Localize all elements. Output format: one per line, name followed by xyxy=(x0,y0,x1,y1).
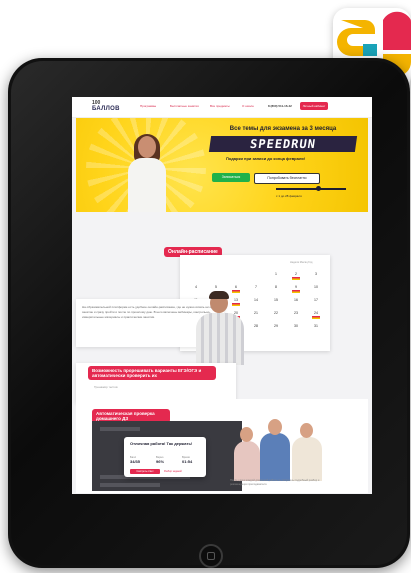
calendar-day[interactable] xyxy=(226,269,246,282)
site-logo[interactable]: 100 БАЛЛОВ xyxy=(92,100,120,112)
practice-sub: Тренажёр тестов xyxy=(94,385,118,389)
calendar-day-number: 5 xyxy=(215,285,217,289)
nav-subjects[interactable]: Все предметы xyxy=(210,104,230,108)
enroll-button[interactable]: Записаться xyxy=(212,173,250,182)
promo-date: с 1 до 28 февраля xyxy=(276,194,302,198)
brand-name: БАЛЛОВ xyxy=(92,106,120,112)
calendar-day-number: 31 xyxy=(314,324,318,328)
view-answer-button[interactable]: Смотреть ответ xyxy=(130,469,160,474)
calendar-day-number: 22 xyxy=(274,311,278,315)
calendar-day[interactable]: 28 xyxy=(246,321,266,334)
calendar-day-number: 21 xyxy=(254,311,258,315)
practice-card: Возможность прорешивать варианты ЕГЭ/ОГЭ… xyxy=(76,363,236,403)
lesson-marker xyxy=(292,290,300,293)
calendar-day[interactable] xyxy=(186,269,206,282)
home-button[interactable] xyxy=(199,544,223,568)
hero-teacher-photo xyxy=(128,134,166,212)
calendar-day-number: 23 xyxy=(294,311,298,315)
hero-title: Все темы для экзамена за 3 месяца xyxy=(229,126,337,132)
calendar-day[interactable]: 23 xyxy=(286,308,306,321)
calendar-day[interactable] xyxy=(246,269,266,282)
stat-score: Балл 34/35 xyxy=(130,456,141,464)
student-photo xyxy=(194,291,246,365)
calendar-day-number: 10 xyxy=(314,285,318,289)
calendar-day[interactable]: 17 xyxy=(306,295,326,308)
calendar-day-number: 30 xyxy=(294,324,298,328)
timeline-handle xyxy=(316,186,321,191)
calendar-day[interactable]: 22 xyxy=(266,308,286,321)
stat-time: Время 01:54 xyxy=(182,456,193,464)
calendar-day[interactable]: 10 xyxy=(306,282,326,295)
calendar-day-number: 2 xyxy=(295,272,297,276)
stat-correct: Верно 96% xyxy=(156,456,165,464)
calendar-day[interactable]: 2 xyxy=(286,269,306,282)
calendar-day[interactable]: 15 xyxy=(266,295,286,308)
calendar-day[interactable]: 30 xyxy=(286,321,306,334)
calendar-day-number: 7 xyxy=(255,285,257,289)
calendar-day-number: 6 xyxy=(235,285,237,289)
try-free-button[interactable]: Попробовать бесплатно xyxy=(254,173,320,184)
hero-speedrun-banner: SPEEDRUN xyxy=(208,136,358,152)
calendar-day[interactable]: 14 xyxy=(246,295,266,308)
calendar-day[interactable]: 29 xyxy=(266,321,286,334)
hero-banner: Все темы для экзамена за 3 месяца SPEEDR… xyxy=(76,118,368,212)
review-link[interactable]: Разбор заданий xyxy=(164,469,182,474)
phone-number[interactable]: 8 (800) 511-16-42 xyxy=(268,104,292,108)
nav-free-lessons[interactable]: Бесплатные занятия xyxy=(170,104,199,108)
calendar-day-number: 1 xyxy=(275,272,277,276)
calendar-day-number: 8 xyxy=(275,285,277,289)
promo-timeline xyxy=(276,186,346,191)
calendar-day[interactable]: 3 xyxy=(306,269,326,282)
lesson-marker xyxy=(292,277,300,280)
calendar-day-number: 16 xyxy=(294,298,298,302)
result-title: Отличная работа! Так держать! xyxy=(130,441,193,446)
calendar-day[interactable]: 24 xyxy=(306,308,326,321)
homework-footnote: После сдачи каждой домашней работы ты по… xyxy=(230,479,320,486)
lesson-marker xyxy=(312,316,320,319)
calendar-day-number: 17 xyxy=(314,298,318,302)
practice-label: Возможность прорешивать варианты ЕГЭ/ОГЭ… xyxy=(88,366,216,380)
calendar-day-number: 9 xyxy=(295,285,297,289)
calendar-day[interactable]: 7 xyxy=(246,282,266,295)
calendar-day[interactable]: 9 xyxy=(286,282,306,295)
website-screen: 100 БАЛЛОВ Программы Бесплатные занятия … xyxy=(72,97,372,494)
calendar-day[interactable]: 8 xyxy=(266,282,286,295)
calendar-day-number: 15 xyxy=(274,298,278,302)
calendar-day[interactable]: 31 xyxy=(306,321,326,334)
students-photo xyxy=(232,409,328,481)
account-button[interactable]: Личный кабинет xyxy=(300,102,328,110)
calendar-day-number: 4 xyxy=(195,285,197,289)
calendar-day[interactable]: 21 xyxy=(246,308,266,321)
result-card: Отличная работа! Так держать! Балл 34/35 … xyxy=(124,437,206,477)
calendar-day-number: 29 xyxy=(274,324,278,328)
calendar-day-number: 28 xyxy=(254,324,258,328)
site-header: 100 БАЛЛОВ Программы Бесплатные занятия … xyxy=(72,97,372,118)
nav-programs[interactable]: Программы xyxy=(140,104,156,108)
nav-about[interactable]: О школе xyxy=(242,104,254,108)
hero-gift-text: Подарки при записи до конца февраля! xyxy=(226,156,306,161)
calendar-day[interactable] xyxy=(206,269,226,282)
calendar-day-number: 3 xyxy=(315,272,317,276)
calendar-day-number: 24 xyxy=(314,311,318,315)
calendar-day-number: 14 xyxy=(254,298,258,302)
calendar-day[interactable]: 1 xyxy=(266,269,286,282)
calendar-tabs[interactable]: Неделя Месяц Год xyxy=(290,261,312,264)
calendar-day[interactable]: 16 xyxy=(286,295,306,308)
